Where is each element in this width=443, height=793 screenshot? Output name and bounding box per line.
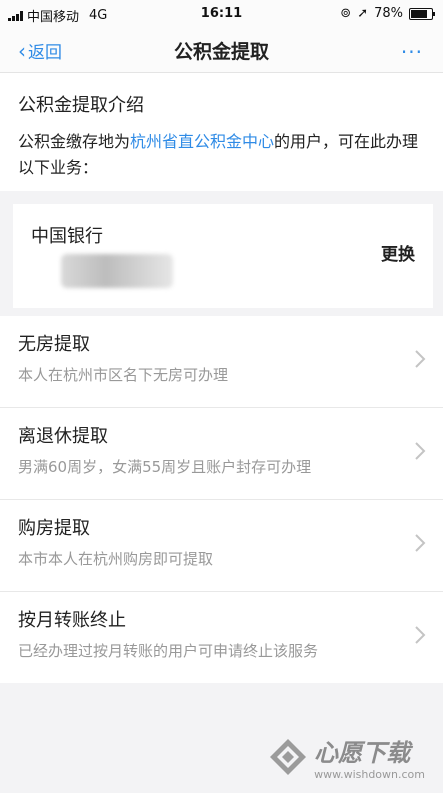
list-item-no-house[interactable]: 无房提取 本人在杭州市区名下无房可办理 [0, 316, 443, 408]
intro-heading: 公积金提取介绍 [18, 95, 144, 116]
watermark-url: www.wishdown.com [314, 768, 425, 781]
chevron-right-icon [415, 442, 426, 460]
bank-card: 中国银行 更换 [13, 204, 433, 308]
change-bank-button[interactable]: 更换 [381, 240, 415, 265]
list-item-house-purchase[interactable]: 购房提取 本市本人在杭州购房即可提取 [0, 500, 443, 592]
wishdown-logo-icon [270, 739, 307, 775]
chevron-right-icon [415, 534, 426, 552]
battery-label: 78% [374, 6, 403, 21]
page-title: 公积金提取 [173, 41, 269, 63]
bank-name: 中国银行 [31, 226, 103, 247]
list-item-desc: 本人在杭州市区名下无房可办理 [18, 366, 229, 384]
list-item-desc: 男满60周岁，女满55周岁且账户封存可办理 [18, 458, 312, 476]
chevron-right-icon [415, 626, 426, 644]
location-icon: ➚ [357, 6, 369, 21]
list-item-title: 无房提取 [18, 334, 90, 355]
nav-bar: ‹ 返回 公积金提取 ··· [0, 28, 443, 73]
intro-text: 公积金缴存地为杭州省直公积金中心的用户，可在此办理以下业务： [18, 129, 428, 181]
battery-fill [411, 9, 427, 18]
watermark-name: 心愿下载 [314, 739, 411, 767]
intro-text-before: 公积金缴存地为 [18, 132, 131, 151]
list-item-title: 按月转账终止 [18, 610, 126, 631]
orientation-lock-icon: ⊚ [340, 6, 352, 21]
watermark: 心愿下载 www.wishdown.com [268, 733, 425, 781]
battery-icon [409, 7, 435, 20]
list-item-desc: 本市本人在杭州购房即可提取 [18, 550, 214, 568]
list-item-desc: 已经办理过按月转账的用户可申请终止该服务 [18, 642, 319, 660]
watermark-text: 心愿下载 www.wishdown.com [314, 733, 425, 781]
more-icon[interactable]: ··· [401, 40, 423, 64]
intro-section: 公积金提取介绍 公积金缴存地为杭州省直公积金中心的用户，可在此办理以下业务： [0, 73, 443, 191]
masked-account-number [61, 254, 173, 288]
list-item-monthly-transfer-stop[interactable]: 按月转账终止 已经办理过按月转账的用户可申请终止该服务 [0, 592, 443, 683]
chevron-right-icon [415, 350, 426, 368]
withdrawal-options-list: 无房提取 本人在杭州市区名下无房可办理 离退休提取 男满60周岁，女满55周岁且… [0, 316, 443, 683]
status-right: ⊚ ➚ 78% [340, 6, 435, 21]
list-item-title: 离退休提取 [18, 426, 108, 447]
list-item-retirement[interactable]: 离退休提取 男满60周岁，女满55周岁且账户封存可办理 [0, 408, 443, 500]
fund-center-link[interactable]: 杭州省直公积金中心 [130, 132, 274, 151]
list-item-title: 购房提取 [18, 518, 90, 539]
status-bar: 中国移动 4G 16:11 ⊚ ➚ 78% [0, 0, 443, 28]
